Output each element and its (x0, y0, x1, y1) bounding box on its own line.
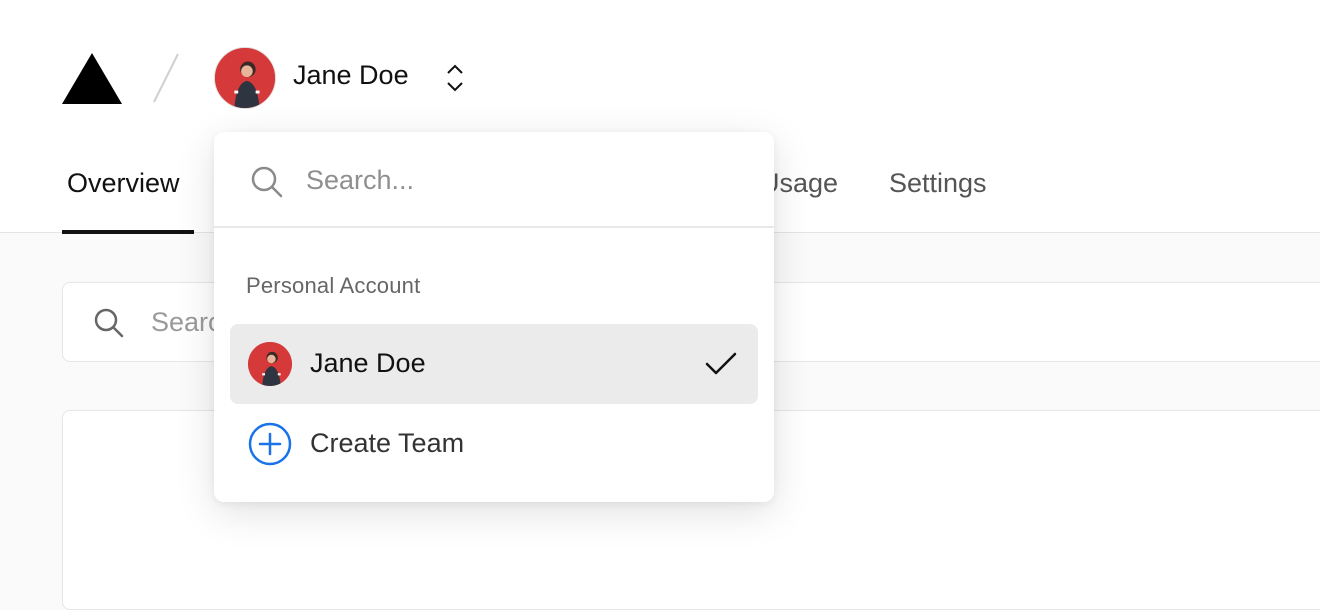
slash-separator-icon (153, 53, 179, 103)
account-avatar[interactable] (214, 47, 276, 109)
dropdown-item-label: Create Team (310, 428, 465, 458)
account-switcher-dropdown: Personal Account Jane Doe Create Team (214, 132, 774, 502)
dropdown-divider (214, 226, 774, 228)
check-icon (705, 352, 737, 375)
tab-settings[interactable]: Settings (889, 168, 987, 199)
logo-triangle-icon[interactable] (62, 53, 122, 104)
search-icon (251, 166, 283, 198)
plus-circle-icon (248, 422, 292, 466)
create-team-button[interactable]: Create Team (230, 404, 758, 484)
search-icon (94, 308, 124, 338)
chevron-up-down-icon[interactable] (442, 62, 468, 94)
active-tab-indicator (62, 230, 194, 234)
account-name[interactable]: Jane Doe (293, 60, 409, 91)
dropdown-search-input[interactable] (306, 158, 746, 202)
dropdown-item-jane-doe[interactable]: Jane Doe (230, 324, 758, 404)
section-label-personal-account: Personal Account (246, 273, 421, 298)
dropdown-item-label: Jane Doe (310, 348, 426, 378)
tab-overview[interactable]: Overview (67, 168, 180, 199)
avatar (248, 342, 292, 386)
